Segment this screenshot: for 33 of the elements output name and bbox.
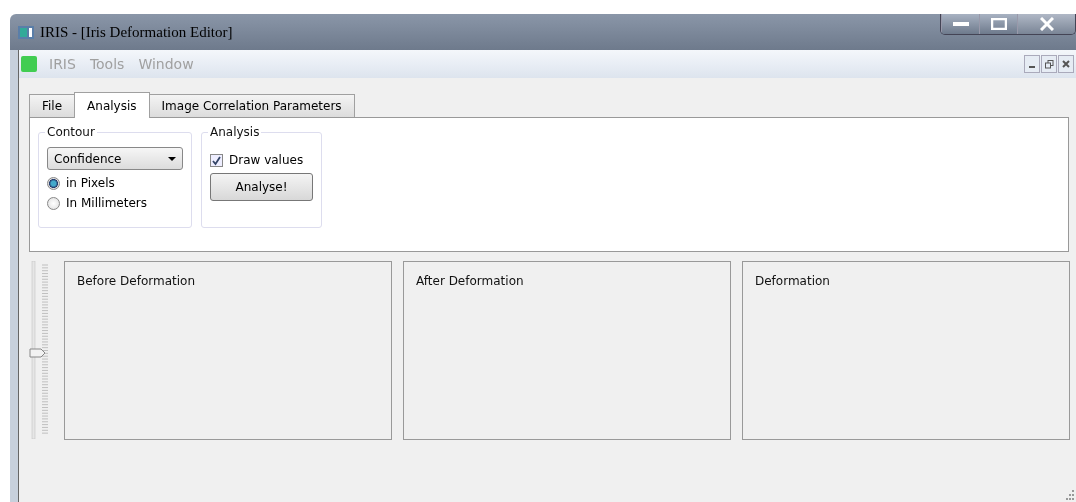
tab[interactable]: File xyxy=(29,94,76,117)
radio-option[interactable]: In Millimeters xyxy=(47,196,183,210)
analyse-button[interactable]: Analyse! xyxy=(210,173,313,201)
radio-button[interactable] xyxy=(47,176,60,190)
qt-logo-icon xyxy=(21,56,37,72)
app-icon xyxy=(18,25,34,39)
close-icon xyxy=(1039,17,1054,31)
restore-icon xyxy=(1044,59,1054,69)
caret-icon xyxy=(168,156,176,161)
contour-dropdown[interactable]: Confidence xyxy=(47,147,183,170)
maximize-button[interactable] xyxy=(979,14,1017,34)
radio-button[interactable] xyxy=(47,196,60,210)
radio-option[interactable]: in Pixels xyxy=(47,176,183,190)
panel-title: After Deformation xyxy=(416,274,524,288)
minimize-button[interactable] xyxy=(1024,55,1040,73)
close-icon xyxy=(1062,60,1070,68)
draw-values-checkbox[interactable]: Draw values xyxy=(210,153,313,167)
restore-button[interactable] xyxy=(1041,55,1057,73)
checkbox[interactable] xyxy=(210,153,223,167)
minimize-icon xyxy=(952,22,969,26)
close-button[interactable] xyxy=(1017,14,1075,34)
panel-title: Deformation xyxy=(755,274,830,288)
group-title: Analysis xyxy=(208,125,262,139)
maximize-icon xyxy=(990,18,1007,30)
tab[interactable]: Analysis xyxy=(74,92,150,118)
window-title: IRIS - [Iris Deformation Editor] xyxy=(40,23,233,41)
resize-grip-icon[interactable] xyxy=(1064,490,1074,500)
minimize-button[interactable] xyxy=(941,14,979,34)
slider-thumb[interactable] xyxy=(29,348,46,358)
group-title: Contour xyxy=(45,125,97,139)
panel-title: Before Deformation xyxy=(77,274,195,288)
close-button[interactable] xyxy=(1058,55,1074,73)
tab[interactable]: Image Correlation Parameters xyxy=(148,94,355,117)
